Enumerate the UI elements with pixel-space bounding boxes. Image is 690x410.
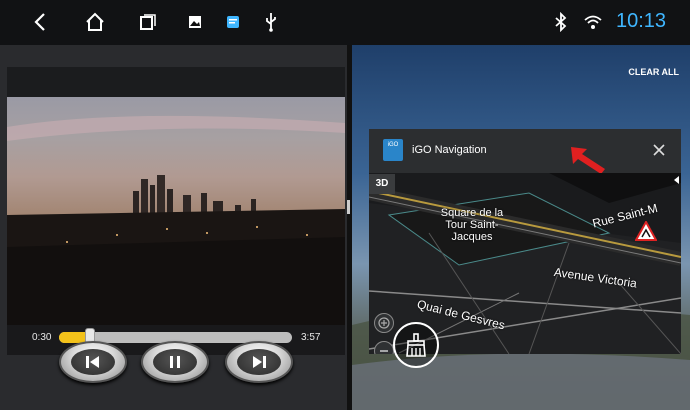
back-icon[interactable] (28, 10, 52, 34)
status-bar: 10:13 (0, 0, 690, 45)
video-frame[interactable] (7, 97, 345, 325)
street-label-square: Square de la Tour Saint-Jacques (440, 207, 504, 243)
screen: 10:13 0:30 3:57 CLEAR ALL iGO iGO Naviga… (0, 0, 690, 410)
split-handle[interactable] (347, 200, 350, 214)
zoom-out-button[interactable] (374, 341, 394, 354)
recent-app-card[interactable]: iGO iGO Navigation 3D Square de la Tour … (369, 129, 681, 354)
arrow-pointer-icon (571, 147, 605, 174)
clear-all-button[interactable]: CLEAR ALL (628, 67, 679, 77)
app-name: iGO Navigation (412, 144, 487, 156)
skip-previous-icon (86, 356, 99, 368)
previous-button[interactable] (59, 341, 127, 383)
bluetooth-icon (549, 10, 573, 34)
card-header: iGO iGO Navigation (369, 129, 681, 174)
zoom-in-button[interactable] (374, 313, 394, 333)
notification-icon (221, 10, 245, 34)
wifi-icon (581, 10, 605, 34)
video-player-panel: 0:30 3:57 (0, 45, 347, 410)
close-icon[interactable] (651, 142, 667, 158)
clear-memory-button[interactable] (393, 322, 439, 368)
broom-icon (406, 333, 426, 357)
clock: 10:13 (616, 10, 667, 32)
next-button[interactable] (225, 341, 293, 383)
road-works-icon (635, 221, 657, 241)
usb-icon (259, 10, 283, 34)
city-skyline-image (7, 115, 345, 325)
3d-view-button[interactable]: 3D (369, 174, 395, 194)
zoom-in-icon (378, 317, 390, 329)
total-duration: 3:57 (301, 332, 321, 343)
player-top-bar (7, 67, 345, 97)
recent-apps-icon[interactable] (136, 10, 160, 34)
skip-next-icon (253, 356, 266, 368)
pause-button[interactable] (141, 341, 209, 383)
gallery-icon (183, 10, 207, 34)
home-icon[interactable] (83, 10, 107, 34)
igo-app-icon: iGO (383, 139, 403, 161)
zoom-out-icon (380, 350, 388, 352)
pause-icon (170, 356, 180, 368)
elapsed-time: 0:30 (32, 332, 52, 343)
chevron-left-icon (674, 176, 679, 184)
